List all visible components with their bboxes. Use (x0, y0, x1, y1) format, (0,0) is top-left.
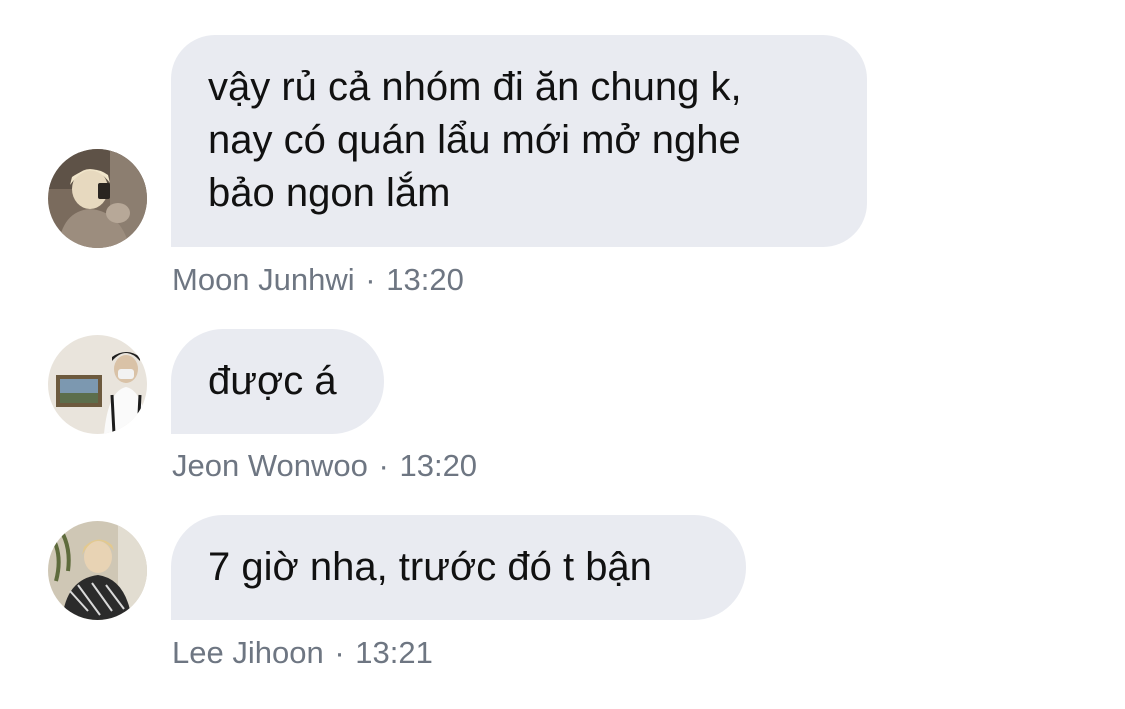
message-text-line: bảo ngon lắm (208, 171, 451, 215)
message-text-line: nay có quán lẩu mới mở nghe (208, 118, 741, 162)
sender-name[interactable]: Moon Junhwi (172, 262, 355, 297)
message-meta: Lee Jihoon · 13:21 (172, 635, 433, 671)
message-text-line: 7 giờ nha, trước đó t bận (208, 545, 652, 589)
timestamp: 13:20 (399, 448, 478, 483)
message-bubble[interactable]: được á (171, 329, 384, 434)
message-meta: Moon Junhwi · 13:20 (172, 262, 464, 298)
sender-name[interactable]: Jeon Wonwoo (172, 448, 368, 483)
message-bubble[interactable]: 7 giờ nha, trước đó t bận (171, 515, 746, 620)
message-text-line: vậy rủ cả nhóm đi ăn chung k, (208, 65, 742, 109)
message-bubble[interactable]: vậy rủ cả nhóm đi ăn chung k, nay có quá… (171, 35, 867, 247)
timestamp: 13:20 (386, 262, 464, 297)
avatar-photo (48, 149, 147, 248)
message-meta: Jeon Wonwoo · 13:20 (172, 448, 477, 484)
avatar-photo (48, 335, 147, 434)
timestamp: 13:21 (355, 635, 433, 670)
avatar-jeon-wonwoo[interactable] (48, 335, 147, 434)
sender-name[interactable]: Lee Jihoon (172, 635, 324, 670)
separator-dot: · (334, 635, 345, 670)
avatar-lee-jihoon[interactable] (48, 521, 147, 620)
message-text-line: được á (208, 359, 337, 403)
avatar-moon-junhwi[interactable] (48, 149, 147, 248)
separator-dot: · (365, 262, 376, 297)
separator-dot: · (378, 448, 389, 483)
avatar-photo (48, 521, 147, 620)
